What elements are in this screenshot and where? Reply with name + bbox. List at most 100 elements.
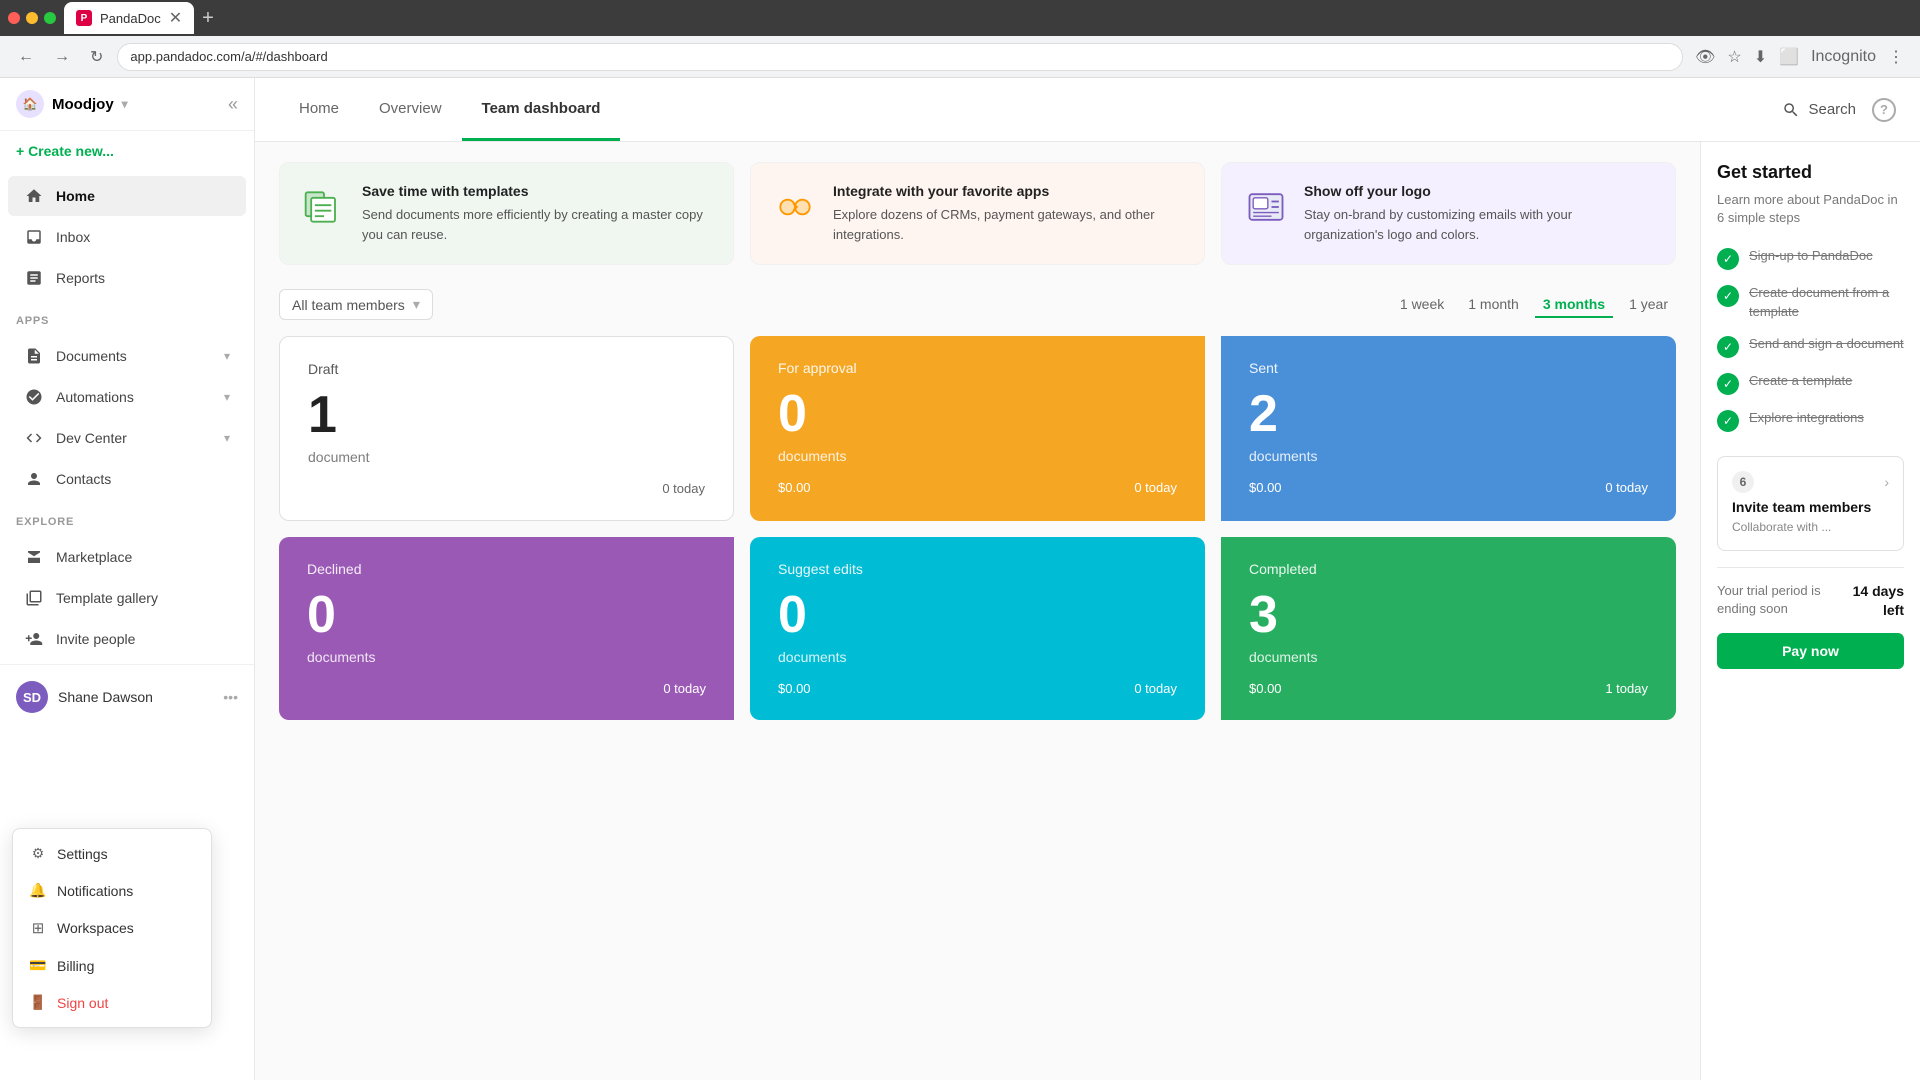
user-more-btn[interactable]: ••• [223, 689, 238, 705]
tab-overview[interactable]: Overview [359, 78, 462, 141]
browser-min-btn[interactable] [26, 12, 38, 24]
create-new-btn[interactable]: + Create new... [0, 131, 254, 171]
sidebar-item-documents-label: Documents [56, 348, 212, 364]
get-started-subtitle: Learn more about PandaDoc in 6 simple st… [1717, 191, 1904, 227]
home-icon [24, 186, 44, 206]
logo-card-icon [1242, 183, 1290, 231]
stat-declined-docs: documents [307, 649, 706, 665]
extension-btn[interactable]: 👁 [1691, 43, 1719, 71]
incognito-label: Incognito [1807, 44, 1880, 70]
stat-card-completed[interactable]: Completed 3 documents $0.00 1 today [1221, 537, 1676, 720]
download-btn[interactable]: ⬇ [1750, 43, 1771, 71]
tab-team-dashboard[interactable]: Team dashboard [462, 78, 621, 141]
reports-icon [24, 268, 44, 288]
sidebar-item-invite-people[interactable]: Invite people [8, 619, 246, 659]
stat-draft-label: Draft [308, 361, 705, 377]
sidebar-item-invite-people-label: Invite people [56, 631, 230, 647]
logo-card-desc: Stay on-brand by customizing emails with… [1304, 205, 1655, 244]
address-bar[interactable]: app.pandadoc.com/a/#/dashboard [117, 43, 1683, 71]
settings-icon: ⚙ [29, 845, 47, 862]
pay-now-btn[interactable]: Pay now [1717, 633, 1904, 669]
stat-sent-today: 0 today [1605, 480, 1648, 495]
back-btn[interactable]: ← [12, 44, 40, 70]
time-filter-1month[interactable]: 1 month [1460, 292, 1527, 318]
browser-tab[interactable]: P PandaDoc ✕ [64, 2, 194, 34]
stat-declined-today: 0 today [663, 681, 706, 696]
tab-close-icon[interactable]: ✕ [169, 8, 182, 28]
invite-header: 6 › [1732, 471, 1889, 493]
sidebar-item-home-label: Home [56, 188, 230, 204]
stat-card-declined[interactable]: Declined 0 documents 0 today [279, 537, 734, 720]
stat-declined-label: Declined [307, 561, 706, 577]
browser-close-btn[interactable] [8, 12, 20, 24]
main-body: Save time with templates Send documents … [255, 142, 1920, 1080]
stat-completed-number: 3 [1249, 589, 1648, 641]
toolbar-icons: 👁 ☆ ⬇ ⬜ Incognito ⋮ [1691, 43, 1908, 71]
new-tab-btn[interactable]: + [202, 7, 214, 30]
invite-section[interactable]: 6 › Invite team members Collaborate with… [1717, 456, 1904, 551]
team-filter[interactable]: All team members ▾ [279, 289, 433, 320]
integrate-card-text: Integrate with your favorite apps Explor… [833, 183, 1184, 244]
notifications-icon: 🔔 [29, 882, 47, 899]
inbox-icon [24, 227, 44, 247]
stat-sent-label: Sent [1249, 360, 1648, 376]
stat-card-for-approval[interactable]: For approval 0 documents $0.00 0 today [750, 336, 1205, 521]
refresh-btn[interactable]: ↻ [84, 43, 109, 71]
context-item-notifications[interactable]: 🔔 Notifications [13, 872, 211, 909]
tab-bar: P PandaDoc ✕ + [64, 2, 1912, 34]
help-btn[interactable]: ? [1872, 98, 1896, 122]
templates-card-text: Save time with templates Send documents … [362, 183, 713, 244]
context-item-workspaces[interactable]: ⊞ Workspaces [13, 909, 211, 947]
browser-max-btn[interactable] [44, 12, 56, 24]
step-create-doc-check: ✓ [1717, 285, 1739, 307]
time-filter-1year[interactable]: 1 year [1621, 292, 1676, 318]
sidebar-item-dev-center-label: Dev Center [56, 430, 212, 446]
sidebar-item-reports[interactable]: Reports [8, 258, 246, 298]
sidebar-item-home[interactable]: Home [8, 176, 246, 216]
templates-card-desc: Send documents more efficiently by creat… [362, 205, 713, 244]
signout-icon: 🚪 [29, 994, 47, 1011]
context-item-signout[interactable]: 🚪 Sign out [13, 984, 211, 1021]
stat-sent-amount: $0.00 [1249, 480, 1282, 495]
more-btn[interactable]: ⋮ [1884, 43, 1908, 71]
sidebar-collapse-btn[interactable]: « [228, 94, 238, 115]
stat-draft-docs: document [308, 449, 705, 465]
stat-card-suggest-edits[interactable]: Suggest edits 0 documents $0.00 0 today [750, 537, 1205, 720]
documents-icon [24, 346, 44, 366]
main-header: Home Overview Team dashboard Search ? [255, 78, 1920, 142]
context-item-settings-label: Settings [57, 846, 108, 862]
sidebar-item-automations[interactable]: Automations ▾ [8, 377, 246, 417]
explore-section-label: EXPLORE [0, 504, 254, 532]
sidebar: 🏠 Moodjoy ▾ « + Create new... Home Inbox [0, 78, 255, 1080]
stat-card-draft[interactable]: Draft 1 document 0 today [279, 336, 734, 521]
sidebar-item-contacts[interactable]: Contacts [8, 459, 246, 499]
search-btn[interactable]: Search [1782, 101, 1856, 119]
sidebar-item-template-gallery-label: Template gallery [56, 590, 230, 606]
forward-btn[interactable]: → [48, 44, 76, 70]
step-send-sign-label: Send and sign a document [1749, 335, 1904, 353]
feature-card-logo: Show off your logo Stay on-brand by cust… [1221, 162, 1676, 265]
step-create-doc: ✓ Create document from a template [1717, 284, 1904, 320]
sidebar-item-template-gallery[interactable]: Template gallery [8, 578, 246, 618]
sidebar-item-dev-center[interactable]: Dev Center ▾ [8, 418, 246, 458]
time-filter-3months[interactable]: 3 months [1535, 292, 1613, 318]
help-label: ? [1880, 102, 1888, 117]
sidebar-item-contacts-label: Contacts [56, 471, 230, 487]
time-filter-1week[interactable]: 1 week [1392, 292, 1452, 318]
brand[interactable]: 🏠 Moodjoy ▾ [16, 90, 128, 118]
sidebar-item-documents[interactable]: Documents ▾ [8, 336, 246, 376]
app: 🏠 Moodjoy ▾ « + Create new... Home Inbox [0, 78, 1920, 1080]
sidebar-item-inbox[interactable]: Inbox [8, 217, 246, 257]
bookmark-btn[interactable]: ☆ [1723, 43, 1745, 71]
context-item-billing[interactable]: 💳 Billing [13, 947, 211, 984]
context-item-settings[interactable]: ⚙ Settings [13, 835, 211, 872]
window-btn[interactable]: ⬜ [1775, 43, 1803, 71]
user-row[interactable]: SD Shane Dawson ••• [16, 673, 238, 721]
sidebar-item-marketplace[interactable]: Marketplace [8, 537, 246, 577]
tab-home[interactable]: Home [279, 78, 359, 141]
automations-icon [24, 387, 44, 407]
stat-completed-docs: documents [1249, 649, 1648, 665]
browser-chrome: P PandaDoc ✕ + [0, 0, 1920, 36]
stat-card-sent[interactable]: Sent 2 documents $0.00 0 today [1221, 336, 1676, 521]
url-text: app.pandadoc.com/a/#/dashboard [130, 49, 327, 64]
